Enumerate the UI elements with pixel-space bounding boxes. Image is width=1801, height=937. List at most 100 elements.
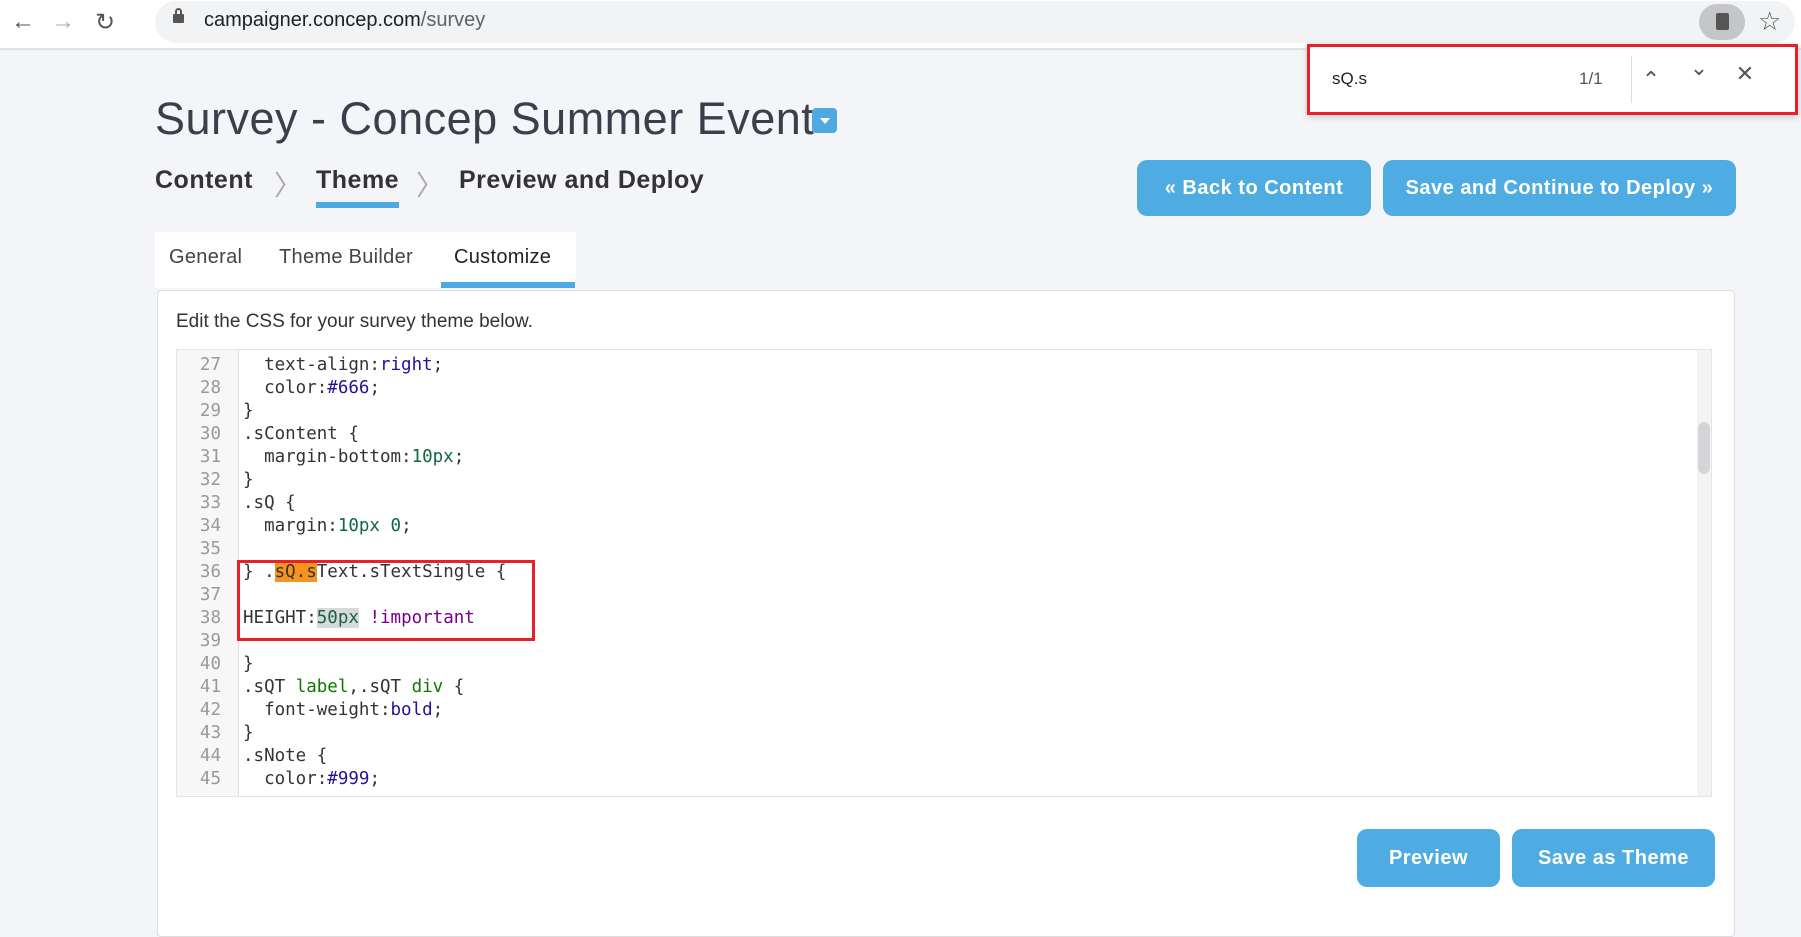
code-line: 41 .sQT label,.sQT div { [177,676,1711,699]
code-token: #666 [327,378,370,398]
code-line: 40} [177,653,1711,676]
line-number: 40 [199,654,221,674]
code-line: 43} [177,722,1711,745]
preview-button[interactable]: Preview [1357,829,1500,887]
line-number: 38 [199,608,221,628]
chevron-down-icon[interactable]: ⌄ [1684,55,1714,81]
chevron-right-icon: 〉 [274,170,303,201]
step-preview-deploy[interactable]: Preview and Deploy [459,166,704,195]
step-content[interactable]: Content [155,166,253,195]
code-token: color: [243,769,328,789]
tab-customize[interactable]: Customize [454,246,551,269]
code-token: bold [390,700,433,720]
code-token: ; [369,769,380,789]
editor-scrollbar[interactable] [1697,350,1711,796]
code-token: } [243,401,254,421]
line-number: 31 [199,447,221,467]
line-number: 41 [199,677,221,697]
line-number: 43 [199,723,221,743]
bookmark-star-icon[interactable]: ☆ [1758,6,1781,37]
back-to-content-button[interactable]: « Back to Content [1137,160,1371,216]
code-line: 30 .sContent { [177,423,1711,446]
chevron-up-icon[interactable]: ⌃ [1636,67,1666,93]
line-number: 28 [199,378,221,398]
code-token: margin-bottom: [243,447,412,467]
code-token: font-weight: [243,700,391,720]
save-continue-deploy-button[interactable]: Save and Continue to Deploy » [1383,160,1736,216]
line-number: 37 [199,585,221,605]
code-line: 28 color:#666; [177,377,1711,400]
code-token: .sQT [243,677,296,697]
code-line: 34 margin:10px 0; [177,515,1711,538]
editor-hint: Edit the CSS for your survey theme below… [176,311,533,332]
forward-arrow-icon[interactable]: → [48,8,78,36]
chevron-right-icon: 〉 [416,170,445,201]
code-line: 35 [177,538,1711,561]
code-token: 0 [390,516,402,536]
code-line: 42 font-weight:bold; [177,699,1711,722]
back-arrow-icon[interactable]: ← [8,8,38,36]
find-count: 1/1 [1579,69,1603,88]
divider [1631,56,1632,103]
browser-toolbar: ← → ↻ campaigner.concep.com/survey ☆ [0,0,1801,50]
line-number: 35 [199,539,221,559]
code-token: 10px [411,447,454,467]
scrollbar-thumb[interactable] [1698,422,1710,474]
code-token: 10px [337,516,380,536]
code-line: 32} [177,469,1711,492]
dropdown-icon[interactable] [812,108,837,133]
url-text[interactable]: campaigner.concep.com/survey [204,9,485,32]
code-line: 27 text-align:right; [177,354,1711,377]
code-token: } [243,470,254,490]
code-line: 45 color:#999; [177,768,1711,791]
code-token: ,.sQT [348,677,412,697]
code-token: } [243,654,254,674]
line-number: 34 [199,516,221,536]
lock-icon [173,8,184,23]
active-step-underline [316,202,399,208]
code-token: ; [432,355,444,375]
line-number: 30 [199,424,221,444]
find-bar: sQ.s 1/1 ⌃ ⌄ ✕ [1307,44,1798,115]
code-line: 29} [177,400,1711,423]
tab-theme-builder[interactable]: Theme Builder [279,246,413,269]
line-number: 33 [199,493,221,513]
annotation-highlight-box [237,560,535,641]
tab-bar: General Theme Builder Customize [155,232,576,288]
line-number: 44 [199,746,221,766]
code-token: .sContent { [243,424,359,444]
save-as-theme-button[interactable]: Save as Theme [1512,829,1715,887]
code-token: .sQ { [243,493,296,513]
close-icon[interactable]: ✕ [1730,61,1760,87]
line-number: 45 [199,769,221,789]
url-host: campaigner.concep.com [204,9,421,31]
code-token: label [295,677,349,697]
code-token: ; [432,700,444,720]
code-line: 31 margin-bottom:10px; [177,446,1711,469]
tab-general[interactable]: General [169,246,242,269]
find-input[interactable]: sQ.s [1332,69,1367,89]
line-number: 32 [199,470,221,490]
code-token: margin: [243,516,338,536]
code-token: text-align: [243,355,380,375]
active-tab-underline [441,282,575,288]
line-number: 36 [199,562,221,582]
reload-icon[interactable]: ↻ [90,8,120,37]
code-token: { [443,677,465,697]
code-token: div [411,677,444,697]
code-token: ; [401,516,412,536]
page-title: Survey - Concep Summer Event [155,93,815,144]
code-token: ; [369,378,380,398]
code-token: color: [243,378,328,398]
code-token: right [379,355,433,375]
code-token: .sNote { [243,746,328,766]
code-line: 44 .sNote { [177,745,1711,768]
code-token: } [243,723,254,743]
line-number: 39 [199,631,221,651]
url-path: /survey [420,9,486,31]
step-theme[interactable]: Theme [316,166,399,195]
find-in-page-icon[interactable] [1699,4,1745,40]
line-number: 42 [199,700,221,720]
code-token: #999 [327,769,370,789]
